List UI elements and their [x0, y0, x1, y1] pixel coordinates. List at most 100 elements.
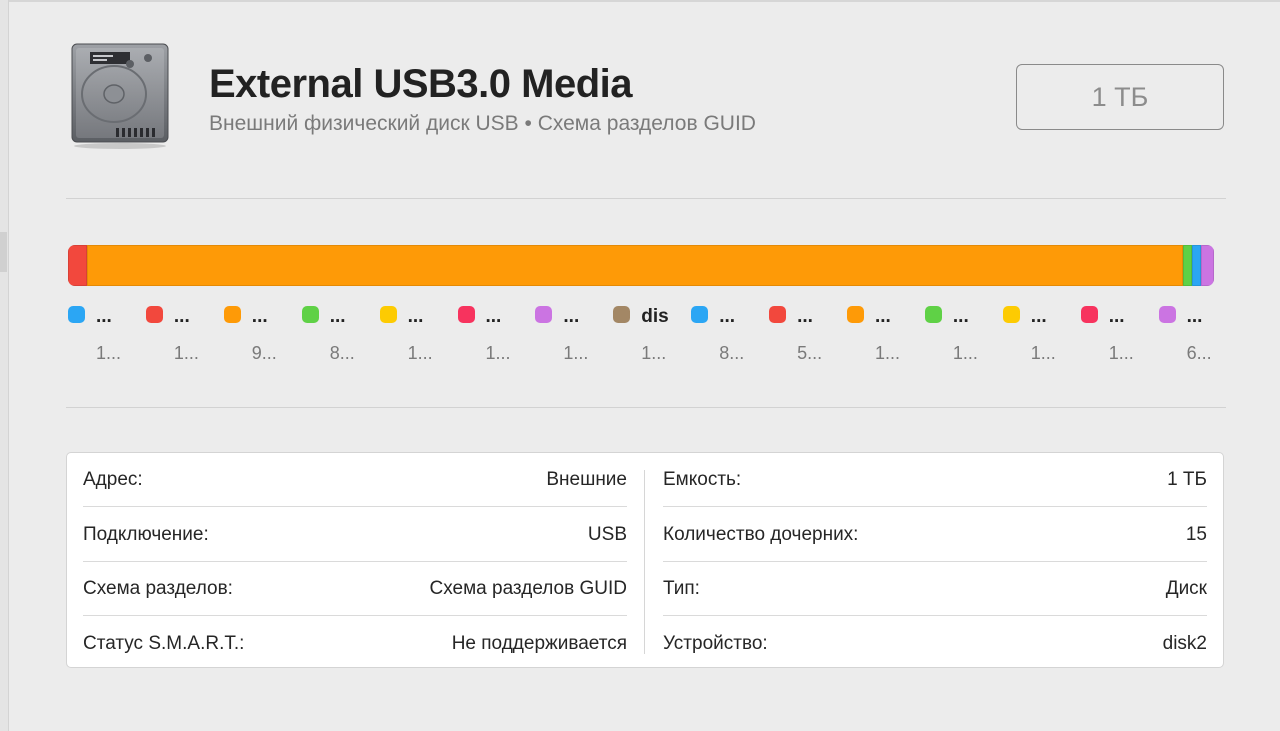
- info-row: Емкость: 1 ТБ: [663, 453, 1207, 507]
- legend-item[interactable]: ... 1...: [1002, 303, 1081, 369]
- legend-item[interactable]: ... 1...: [379, 303, 458, 369]
- legend-item[interactable]: ... 6...: [1158, 303, 1237, 369]
- legend-volume-size: 1...: [96, 343, 122, 363]
- header-divider: [66, 198, 1226, 199]
- info-panel: Адрес: Внешние Подключение: USB Схема раздел…: [66, 452, 1224, 668]
- info-label: Количество дочерних:: [663, 523, 859, 545]
- legend-color-swatch: [769, 306, 787, 323]
- legend-divider: [66, 407, 1226, 408]
- usage-bar: [68, 245, 1214, 286]
- info-label: Подключение:: [83, 523, 209, 545]
- legend-color-swatch: [145, 306, 163, 323]
- info-label: Статус S.M.A.R.T.:: [83, 632, 245, 654]
- legend-volume-name: ...: [719, 306, 736, 327]
- legend-volume-size: 1...: [641, 343, 667, 363]
- legend-volume-size: 8...: [329, 343, 355, 363]
- legend-color-swatch: [223, 306, 241, 323]
- hard-disk-icon: [68, 40, 172, 150]
- info-column-left: Адрес: Внешние Подключение: USB Схема раздел…: [83, 453, 627, 667]
- legend-item[interactable]: ... 9...: [223, 303, 302, 369]
- legend-volume-name: ...: [1108, 306, 1125, 327]
- legend-item[interactable]: ... 1...: [68, 303, 146, 369]
- legend-volume-name: ...: [407, 306, 424, 327]
- info-value: Схема разделов GUID: [429, 578, 627, 599]
- window-top-border: [0, 0, 1280, 2]
- info-row: Адрес: Внешние: [83, 453, 627, 507]
- legend-item[interactable]: ... 1...: [847, 303, 925, 369]
- legend-volume-size: 6...: [1186, 343, 1212, 363]
- legend-color-swatch: [301, 306, 319, 323]
- info-row: Тип: Диск: [663, 562, 1207, 616]
- legend-volume-name: ...: [797, 306, 813, 327]
- info-label: Схема разделов:: [83, 578, 233, 599]
- legend-volume-size: 1...: [173, 343, 199, 363]
- usage-segment[interactable]: [1201, 245, 1214, 286]
- legend-color-swatch: [613, 306, 631, 323]
- info-column-right: Емкость: 1 ТБ Количество дочерних: 15 Тип: Ди…: [663, 453, 1207, 667]
- legend-color-swatch: [1002, 306, 1020, 323]
- legend-item[interactable]: ... 8...: [301, 303, 380, 369]
- legend-volume-name: ...: [875, 306, 891, 327]
- info-label: Устройство:: [663, 632, 768, 654]
- legend-volume-name: ...: [485, 306, 502, 327]
- legend-volume-name: ...: [173, 306, 190, 327]
- legend-color-swatch: [1158, 306, 1176, 323]
- info-value: 1 ТБ: [1167, 469, 1207, 490]
- disk-subtitle: Внешний физический диск USB • Схема разд…: [209, 112, 756, 135]
- legend-volume-name: dis: [641, 306, 669, 327]
- legend-item[interactable]: ... 1...: [924, 303, 1003, 369]
- legend-color-swatch: [847, 306, 864, 323]
- legend-color-swatch: [68, 306, 85, 323]
- legend-item[interactable]: ... 1...: [457, 303, 536, 369]
- info-row: Статус S.M.A.R.T.: Не поддерживается: [83, 617, 627, 671]
- legend-volume-name: ...: [329, 306, 346, 327]
- info-row: Устройство: disk2: [663, 617, 1207, 671]
- legend-color-swatch: [924, 306, 942, 323]
- legend-color-swatch: [535, 306, 553, 323]
- legend-volume-name: ...: [96, 306, 112, 327]
- info-value: 15: [1185, 523, 1207, 545]
- legend-item[interactable]: ... 5...: [769, 303, 847, 369]
- legend-volume-size: 1...: [485, 343, 511, 363]
- info-label: Тип:: [663, 578, 700, 599]
- legend-volume-size: 1...: [1030, 343, 1056, 363]
- partition-legend: ... 1...... 1...... 9...... 8...... 1...... 1.…: [0, 303, 1280, 373]
- usage-segment[interactable]: [87, 245, 1184, 286]
- legend-item[interactable]: ... 1...: [535, 303, 613, 369]
- info-column-divider: [644, 470, 645, 654]
- info-label: Адрес:: [83, 469, 143, 490]
- capacity-badge: 1 ТБ: [1016, 64, 1224, 130]
- info-row: Количество дочерних: 15: [663, 508, 1207, 562]
- legend-volume-size: 9...: [251, 343, 277, 363]
- info-value: disk2: [1162, 632, 1207, 654]
- legend-volume-name: ...: [952, 306, 969, 327]
- legend-item[interactable]: dis 1...: [613, 303, 691, 369]
- info-label: Емкость:: [663, 469, 742, 490]
- info-value: USB: [587, 523, 627, 545]
- legend-volume-size: 1...: [1108, 343, 1134, 363]
- legend-item[interactable]: ... 1...: [145, 303, 224, 369]
- usage-segment[interactable]: [1192, 245, 1202, 286]
- legend-volume-size: 8...: [719, 343, 745, 363]
- usage-segment[interactable]: [1183, 245, 1193, 286]
- info-row: Подключение: USB: [83, 508, 627, 562]
- legend-volume-name: ...: [1030, 306, 1047, 327]
- disk-title: External USB3.0 Media: [209, 62, 633, 106]
- legend-volume-name: ...: [251, 306, 268, 327]
- legend-volume-size: 1...: [952, 343, 978, 363]
- info-row: Схема разделов: Схема разделов GUID: [83, 562, 627, 616]
- legend-volume-size: 1...: [875, 343, 901, 363]
- legend-volume-size: 5...: [797, 343, 823, 363]
- info-value: Не поддерживается: [451, 632, 627, 654]
- legend-item[interactable]: ... 1...: [1080, 303, 1159, 369]
- capacity-value: 1 ТБ: [1091, 81, 1149, 112]
- sidebar-resize-handle[interactable]: [0, 232, 7, 272]
- usage-segment[interactable]: [68, 245, 88, 286]
- legend-volume-size: 1...: [563, 343, 589, 363]
- legend-volume-size: 1...: [407, 343, 433, 363]
- legend-color-swatch: [457, 306, 475, 323]
- info-value: Внешние: [546, 469, 627, 490]
- legend-item[interactable]: ... 8...: [691, 303, 769, 369]
- legend-color-swatch: [1080, 306, 1098, 323]
- legend-volume-name: ...: [563, 306, 580, 327]
